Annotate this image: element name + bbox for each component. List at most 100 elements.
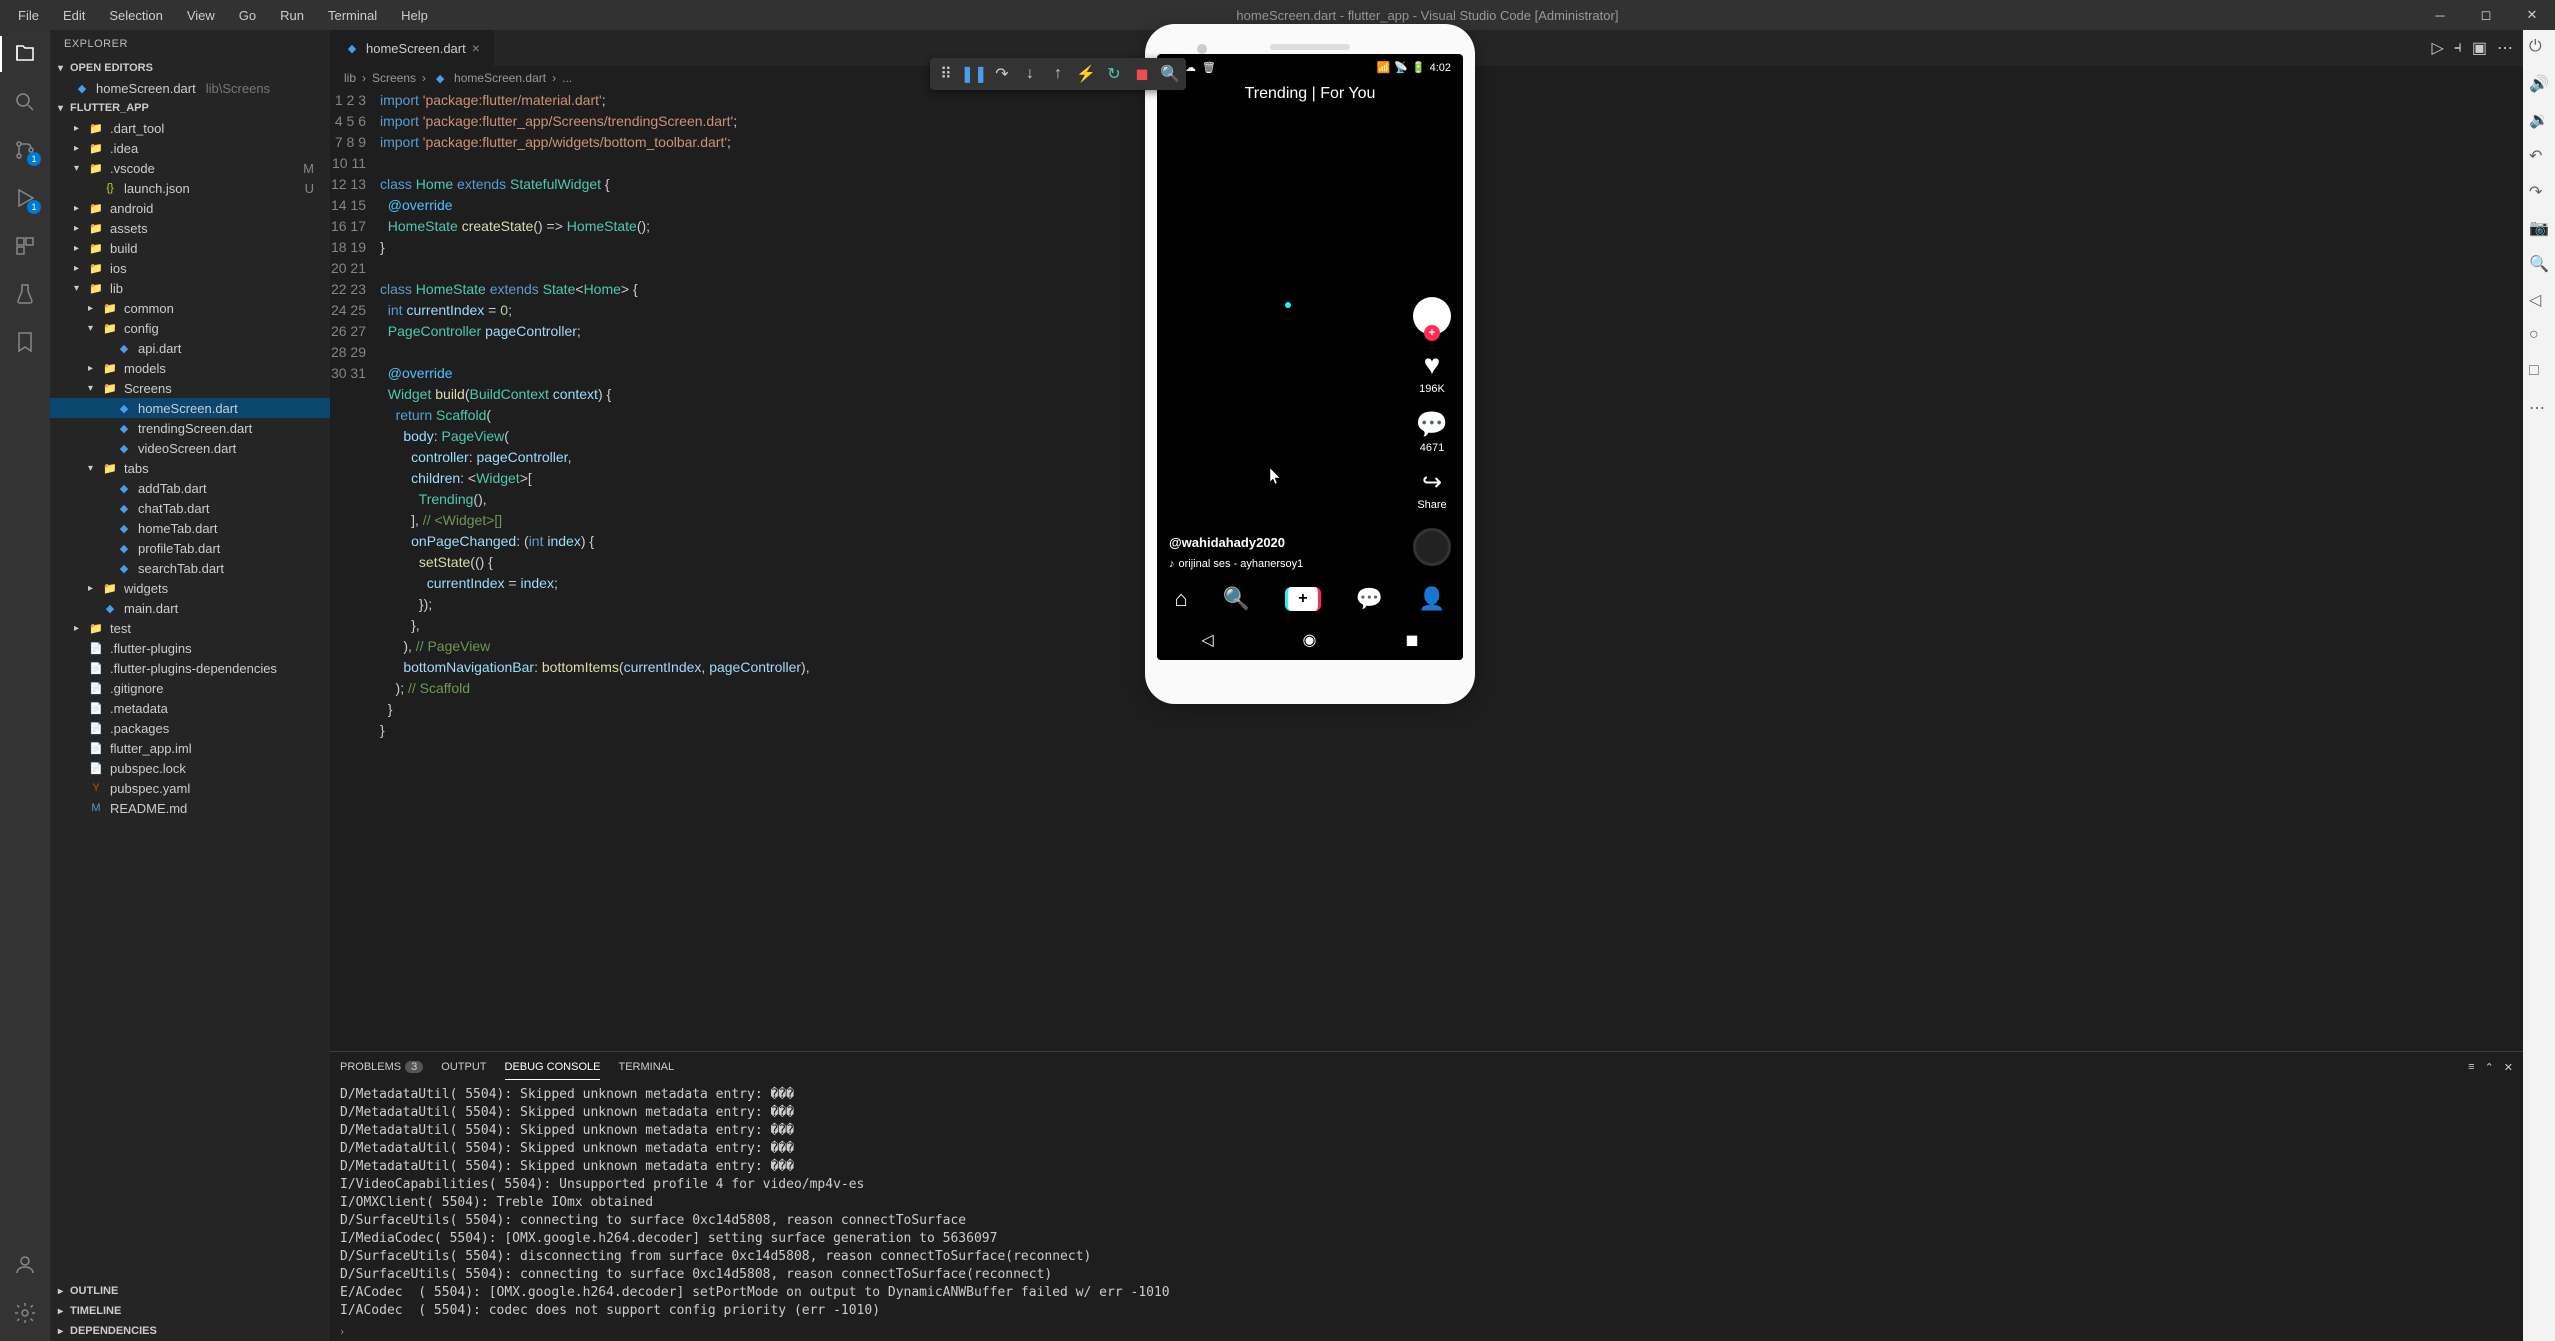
settings-icon[interactable] xyxy=(11,1299,39,1327)
run-file-icon[interactable]: ▷ xyxy=(2432,38,2444,58)
rotate-left-icon[interactable]: ↶ xyxy=(2529,146,2549,166)
panel-tab-terminal[interactable]: TERMINAL xyxy=(618,1055,674,1079)
close-button[interactable]: ✕ xyxy=(2509,0,2555,30)
explorer-icon[interactable] xyxy=(11,40,39,68)
tree-item-Screens[interactable]: ▾📁Screens xyxy=(50,378,330,398)
menu-terminal[interactable]: Terminal xyxy=(318,4,387,27)
tree-item--vscode[interactable]: ▾📁.vscodeM xyxy=(50,158,330,178)
menu-view[interactable]: View xyxy=(177,4,225,27)
tree-item--metadata[interactable]: 📄.metadata xyxy=(50,698,330,718)
tree-item-searchTab-dart[interactable]: ◆searchTab.dart xyxy=(50,558,330,578)
tree-item-config[interactable]: ▾📁config xyxy=(50,318,330,338)
nav-search-icon[interactable]: 🔍 xyxy=(1223,586,1250,612)
tree-item-android[interactable]: ▸📁android xyxy=(50,198,330,218)
maximize-button[interactable]: ◻ xyxy=(2463,0,2509,30)
tree-item--flutter-plugins-dependencies[interactable]: 📄.flutter-plugins-dependencies xyxy=(50,658,330,678)
volume-down-icon[interactable]: 🔉 xyxy=(2529,110,2549,130)
tree-item-models[interactable]: ▸📁models xyxy=(50,358,330,378)
power-icon[interactable]: ⏻ xyxy=(2529,38,2549,58)
test-icon[interactable] xyxy=(11,280,39,308)
tree-item-main-dart[interactable]: ◆main.dart xyxy=(50,598,330,618)
layout-icon[interactable]: ▣ xyxy=(2472,38,2487,58)
panel-tab-debug-console[interactable]: DEBUG CONSOLE xyxy=(505,1055,601,1080)
video-content[interactable]: + ♥ 196K 💬 4671 ↪ Share xyxy=(1157,107,1463,578)
tree-item-addTab-dart[interactable]: ◆addTab.dart xyxy=(50,478,330,498)
menu-selection[interactable]: Selection xyxy=(99,4,172,27)
tree-item-tabs[interactable]: ▾📁tabs xyxy=(50,458,330,478)
tree-item-chatTab-dart[interactable]: ◆chatTab.dart xyxy=(50,498,330,518)
tab-homescreen[interactable]: ◆ homeScreen.dart × xyxy=(330,30,495,66)
app-title[interactable]: Trending | For You xyxy=(1157,81,1463,107)
hot-reload-icon[interactable]: ⚡ xyxy=(1074,62,1098,86)
dependencies-header[interactable]: ▸DEPENDENCIES xyxy=(50,1321,330,1341)
step-out-icon[interactable]: ↑ xyxy=(1046,62,1070,86)
panel-tab-problems[interactable]: PROBLEMS3 xyxy=(340,1055,423,1079)
timeline-header[interactable]: ▸TIMELINE xyxy=(50,1301,330,1321)
tree-item-README-md[interactable]: MREADME.md xyxy=(50,798,330,818)
tree-item-widgets[interactable]: ▸📁widgets xyxy=(50,578,330,598)
split-editor-icon[interactable]: ⫞ xyxy=(2454,39,2462,57)
drag-handle-icon[interactable]: ⠿ xyxy=(934,62,958,86)
source-control-icon[interactable]: 1 xyxy=(11,136,39,164)
like-action[interactable]: ♥ 196K xyxy=(1419,349,1445,395)
nav-inbox-icon[interactable]: 💬 xyxy=(1356,586,1383,612)
search-icon[interactable] xyxy=(11,88,39,116)
volume-up-icon[interactable]: 🔊 xyxy=(2529,74,2549,94)
stop-icon[interactable]: ◼ xyxy=(1130,62,1154,86)
username[interactable]: @wahidahady2020 xyxy=(1169,535,1303,550)
tree-item-profileTab-dart[interactable]: ◆profileTab.dart xyxy=(50,538,330,558)
tree-item-trendingScreen-dart[interactable]: ◆trendingScreen.dart xyxy=(50,418,330,438)
phone-screen[interactable]: ⚙ ☁ 🗑 📶 📡 🔋 4:02 Trending | For You + xyxy=(1157,54,1463,660)
minimize-button[interactable]: ─ xyxy=(2417,0,2463,30)
zoom-icon[interactable]: 🔍 xyxy=(2529,254,2549,274)
music-disc[interactable] xyxy=(1413,528,1451,566)
overview-icon[interactable]: □ xyxy=(2529,362,2549,382)
nav-home-icon[interactable]: ⌂ xyxy=(1174,586,1187,612)
screenshot-icon[interactable]: 📷 xyxy=(2529,218,2549,238)
music-info[interactable]: ♪orijinal ses - ayhanersoy1 xyxy=(1169,558,1303,570)
project-header[interactable]: ▾FLUTTER_APP xyxy=(50,98,330,118)
more-icon[interactable]: ⋯ xyxy=(2497,38,2513,58)
tree-item-homeScreen-dart[interactable]: ◆homeScreen.dart xyxy=(50,398,330,418)
tree-item-videoScreen-dart[interactable]: ◆videoScreen.dart xyxy=(50,438,330,458)
minimap[interactable] xyxy=(2468,90,2523,1051)
account-icon[interactable] xyxy=(11,1251,39,1279)
open-editor-item[interactable]: ◆ homeScreen.dart lib\Screens xyxy=(50,78,330,98)
tab-close-icon[interactable]: × xyxy=(472,40,480,56)
open-editors-header[interactable]: ▾OPEN EDITORS xyxy=(50,58,330,78)
close-panel-icon[interactable]: ✕ xyxy=(2504,1061,2513,1074)
more-options-icon[interactable]: ⋯ xyxy=(2529,398,2549,418)
tree-item-ios[interactable]: ▸📁ios xyxy=(50,258,330,278)
tree-item-flutter_app-iml[interactable]: 📄flutter_app.iml xyxy=(50,738,330,758)
menu-edit[interactable]: Edit xyxy=(53,4,95,27)
tree-item-launch-json[interactable]: {}launch.jsonU xyxy=(50,178,330,198)
tree-item--idea[interactable]: ▸📁.idea xyxy=(50,138,330,158)
sys-home-icon[interactable]: ◉ xyxy=(1303,630,1317,650)
follow-plus-icon[interactable]: + xyxy=(1424,325,1440,341)
tree-item-build[interactable]: ▸📁build xyxy=(50,238,330,258)
nav-add-button[interactable]: + xyxy=(1285,587,1321,611)
restart-icon[interactable]: ↻ xyxy=(1102,62,1126,86)
tree-item-common[interactable]: ▸📁common xyxy=(50,298,330,318)
rotate-right-icon[interactable]: ↷ xyxy=(2529,182,2549,202)
menu-go[interactable]: Go xyxy=(229,4,266,27)
tree-item--packages[interactable]: 📄.packages xyxy=(50,718,330,738)
debug-console-prompt[interactable]: › xyxy=(330,1321,2523,1341)
sys-recent-icon[interactable]: ◼ xyxy=(1405,630,1418,650)
menu-file[interactable]: File xyxy=(8,4,49,27)
outline-header[interactable]: ▸OUTLINE xyxy=(50,1281,330,1301)
bookmark-icon[interactable] xyxy=(11,328,39,356)
tree-item-pubspec-yaml[interactable]: Ypubspec.yaml xyxy=(50,778,330,798)
menu-help[interactable]: Help xyxy=(391,4,438,27)
tree-item-homeTab-dart[interactable]: ◆homeTab.dart xyxy=(50,518,330,538)
collapse-panel-icon[interactable]: ⌃ xyxy=(2485,1061,2494,1074)
tree-item-pubspec-lock[interactable]: 📄pubspec.lock xyxy=(50,758,330,778)
debug-toolbar[interactable]: ⠿ ❚❚ ↷ ↓ ↑ ⚡ ↻ ◼ 🔍 xyxy=(930,58,1186,90)
step-into-icon[interactable]: ↓ xyxy=(1018,62,1042,86)
tree-item--dart_tool[interactable]: ▸📁.dart_tool xyxy=(50,118,330,138)
back-icon[interactable]: ◁ xyxy=(2529,290,2549,310)
comment-action[interactable]: 💬 4671 xyxy=(1416,409,1448,454)
run-debug-icon[interactable]: 1 xyxy=(11,184,39,212)
tree-item-api-dart[interactable]: ◆api.dart xyxy=(50,338,330,358)
step-over-icon[interactable]: ↷ xyxy=(990,62,1014,86)
